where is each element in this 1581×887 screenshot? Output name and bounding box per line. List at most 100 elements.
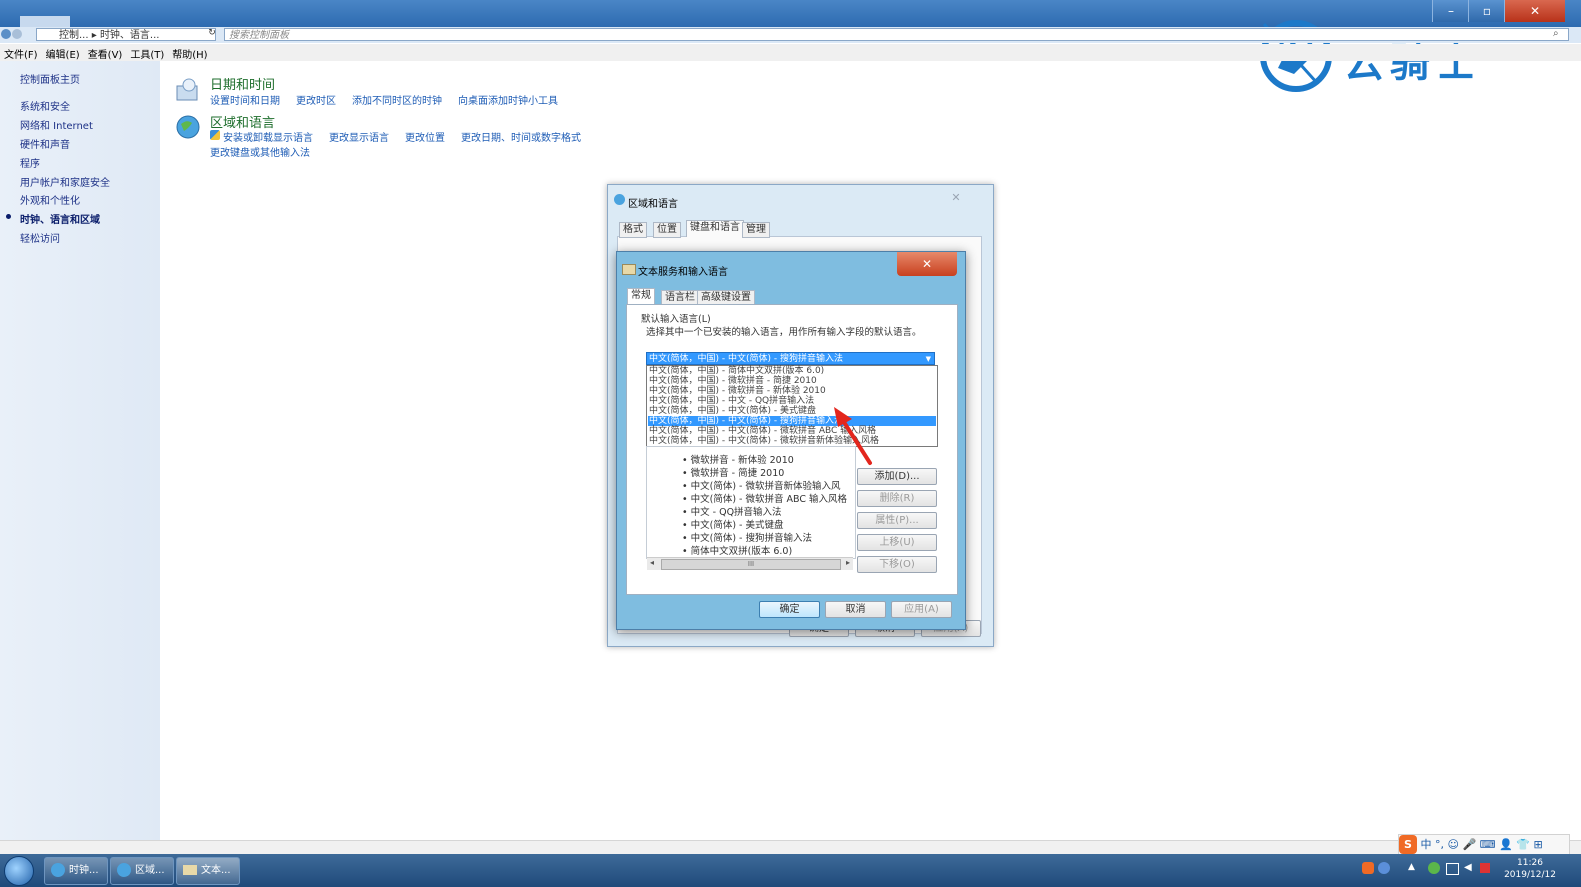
- add-button[interactable]: 添加(D)...: [857, 468, 937, 485]
- link-add-clocks[interactable]: 添加不同时区的时钟: [352, 92, 442, 107]
- ime-toolbar-strip: [0, 840, 1581, 855]
- scroll-right-icon[interactable]: ▸: [846, 558, 850, 567]
- link-change-timezone[interactable]: 更改时区: [296, 92, 336, 107]
- service-item[interactable]: • 简体中文双拼(版本 6.0): [682, 543, 792, 557]
- link-change-location[interactable]: 更改位置: [405, 129, 445, 144]
- link-install-display-language[interactable]: 安装或卸载显示语言: [223, 129, 313, 144]
- network-icon[interactable]: [1446, 863, 1459, 875]
- dropdown-option[interactable]: 中文(简体，中国) - 微软拼音 - 新体验 2010: [648, 386, 936, 396]
- dropdown-option[interactable]: 中文(简体，中国) - 微软拼音 - 简捷 2010: [648, 376, 936, 386]
- move-down-button[interactable]: 下移(O): [857, 556, 937, 573]
- tray-app-icon[interactable]: [1428, 862, 1440, 874]
- sidebar-item-clock-language-region[interactable]: 时钟、语言和区域: [20, 211, 100, 226]
- taskbar-item-clock[interactable]: 时钟...: [44, 857, 108, 885]
- service-item[interactable]: • 中文(简体) - 微软拼音新体验输入风: [682, 478, 841, 492]
- start-button[interactable]: [4, 856, 34, 886]
- ime-chinese-mode[interactable]: 中: [1421, 838, 1432, 851]
- sidebar-item-appearance[interactable]: 外观和个性化: [20, 192, 80, 207]
- link-add-clock-gadget[interactable]: 向桌面添加时钟小工具: [458, 92, 558, 107]
- sidebar-item-programs[interactable]: 程序: [20, 155, 40, 170]
- default-language-select[interactable]: 中文(简体，中国) - 中文(简体) - 搜狗拼音输入法 ▼: [646, 352, 935, 365]
- globe-icon: [117, 863, 131, 877]
- breadcrumb-separator: ▸: [91, 30, 100, 41]
- region-dialog-close-button[interactable]: ✕: [926, 188, 986, 208]
- taskbar-clock[interactable]: 11:26 2019/12/12: [1500, 857, 1560, 881]
- breadcrumb[interactable]: 控制... ▸ 时钟、语言...: [36, 28, 216, 41]
- sidebar-item-network[interactable]: 网络和 Internet: [20, 117, 93, 132]
- sidebar-item-hardware-sound[interactable]: 硬件和声音: [20, 136, 70, 151]
- dropdown-option-selected[interactable]: 中文(简体，中国) - 中文(简体) - 搜狗拼音输入法: [648, 416, 936, 426]
- service-item[interactable]: • 中文(简体) - 微软拼音 ABC 输入风格: [682, 491, 847, 505]
- back-button[interactable]: [1, 29, 11, 39]
- sidebar-home[interactable]: 控制面板主页: [20, 71, 80, 86]
- volume-icon[interactable]: ◀: [1464, 862, 1472, 873]
- dropdown-option[interactable]: 中文(简体，中国) - 中文(简体) - 微软拼音新体验输入风格: [648, 436, 936, 446]
- text-tab-general[interactable]: 常规: [627, 288, 655, 305]
- window-icon: [20, 16, 70, 27]
- ime-emoji-icon[interactable]: ☺: [1448, 838, 1459, 851]
- horizontal-scrollbar[interactable]: ◂ III ▸: [647, 557, 853, 570]
- refresh-icon[interactable]: ↻: [205, 28, 219, 41]
- region-tab-location[interactable]: 位置: [653, 222, 681, 238]
- dropdown-option[interactable]: 中文(简体，中国) - 简体中文双拼(版本 6.0): [648, 366, 936, 376]
- ime-punctuation[interactable]: °,: [1435, 838, 1444, 851]
- link-change-display-language[interactable]: 更改显示语言: [329, 129, 389, 144]
- cancel-button[interactable]: 取消: [825, 601, 886, 618]
- default-language-value: 中文(简体，中国) - 中文(简体) - 搜狗拼音输入法: [649, 354, 843, 364]
- link-change-formats[interactable]: 更改日期、时间或数字格式: [461, 129, 581, 144]
- active-bullet-icon: [6, 214, 11, 219]
- ime-user-icon[interactable]: 👤: [1499, 838, 1513, 851]
- service-item[interactable]: • 微软拼音 - 简捷 2010: [682, 465, 784, 479]
- service-item[interactable]: • 微软拼音 - 新体验 2010: [682, 452, 794, 466]
- apply-button[interactable]: 应用(A): [891, 601, 952, 618]
- taskbar-item-text-services[interactable]: 文本...: [176, 857, 240, 885]
- keyboard-icon: [622, 264, 636, 275]
- ime-voice-icon[interactable]: 🎤: [1462, 838, 1476, 851]
- chevron-up-icon[interactable]: ▲: [1408, 862, 1415, 872]
- keyboard-icon: [183, 865, 197, 875]
- ime-toolbar: S 中 °, ☺ 🎤 ⌨ 👤 👕 ⊞: [1398, 834, 1570, 855]
- ime-keyboard-icon[interactable]: ⌨: [1480, 838, 1496, 851]
- ok-button[interactable]: 确定: [759, 601, 820, 618]
- sidebar-item-ease-of-access[interactable]: 轻松访问: [20, 230, 60, 245]
- sogou-logo-icon[interactable]: S: [1399, 835, 1417, 854]
- ime-toolbox-icon[interactable]: ⊞: [1533, 838, 1542, 851]
- region-tab-formats[interactable]: 格式: [619, 222, 647, 238]
- dropdown-option[interactable]: 中文(简体，中国) - 中文 - QQ拼音输入法: [648, 396, 936, 406]
- sidebar-item-user-accounts[interactable]: 用户帐户和家庭安全: [20, 174, 110, 189]
- ime-skin-icon[interactable]: 👕: [1516, 838, 1530, 851]
- text-dialog-close-button[interactable]: ✕: [897, 252, 957, 276]
- move-up-button[interactable]: 上移(U): [857, 534, 937, 551]
- service-item[interactable]: • 中文(简体) - 搜狗拼音输入法: [682, 530, 812, 544]
- menu-bar: 文件(F) 编辑(E) 查看(V) 工具(T) 帮助(H): [0, 44, 1581, 61]
- service-item[interactable]: • 中文 - QQ拼音输入法: [682, 504, 782, 518]
- taskbar-item-region[interactable]: 区域...: [110, 857, 174, 885]
- scroll-thumb[interactable]: III: [661, 559, 841, 570]
- menu-help[interactable]: 帮助(H): [168, 44, 211, 63]
- remove-button[interactable]: 删除(R): [857, 490, 937, 507]
- region-tab-admin[interactable]: 管理: [742, 222, 770, 238]
- sidebar-item-system-security[interactable]: 系统和安全: [20, 98, 70, 113]
- link-set-time-date[interactable]: 设置时间和日期: [210, 92, 280, 107]
- search-input[interactable]: 搜索控制面板: [224, 28, 1569, 41]
- globe-icon: [175, 114, 201, 140]
- sogou-tray-icon[interactable]: [1362, 862, 1374, 874]
- link-change-keyboards[interactable]: 更改键盘或其他输入法: [210, 144, 310, 159]
- section-title-date-time[interactable]: 日期和时间: [210, 74, 275, 93]
- region-tab-keyboards[interactable]: 键盘和语言: [686, 220, 744, 237]
- breadcrumb-item-control-panel[interactable]: 控制...: [59, 30, 89, 41]
- action-center-icon[interactable]: [1480, 863, 1490, 873]
- dropdown-option[interactable]: 中文(简体，中国) - 中文(简体) - 美式键盘: [648, 406, 936, 416]
- service-item[interactable]: • 中文(简体) - 美式键盘: [682, 517, 784, 531]
- properties-button[interactable]: 属性(P)...: [857, 512, 937, 529]
- system-tray-icons[interactable]: ▲ ◀: [1362, 862, 1492, 876]
- search-icon[interactable]: ⌕: [1553, 28, 1559, 39]
- breadcrumb-item-clock-language[interactable]: 时钟、语言...: [100, 30, 160, 41]
- shield-icon: [210, 130, 220, 140]
- default-language-description: 选择其中一个已安装的输入语言，用作所有输入字段的默认语言。: [646, 327, 922, 338]
- help-tray-icon[interactable]: [1378, 862, 1390, 874]
- scroll-left-icon[interactable]: ◂: [650, 558, 654, 567]
- date-time-icon: [175, 78, 199, 102]
- forward-button[interactable]: [12, 29, 22, 39]
- dropdown-option[interactable]: 中文(简体，中国) - 中文(简体) - 微软拼音 ABC 输入风格: [648, 426, 936, 436]
